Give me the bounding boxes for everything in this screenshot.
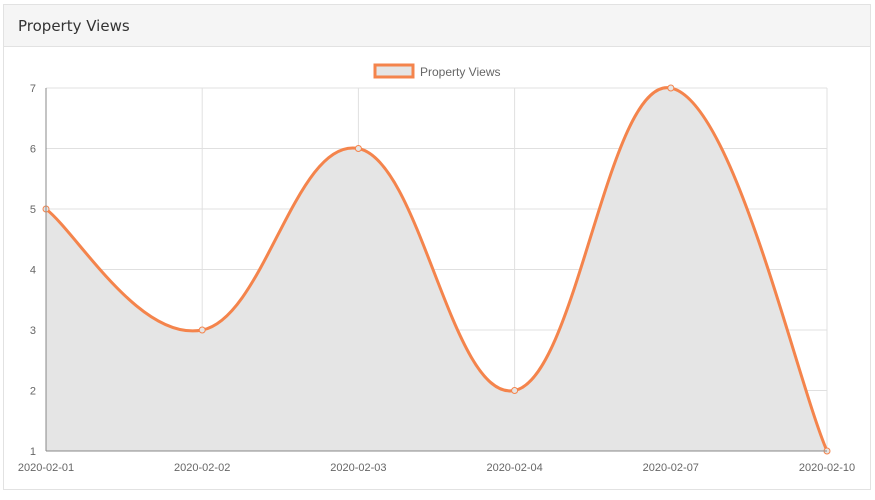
x-tick-label: 2020-02-02 — [174, 462, 230, 474]
data-point[interactable] — [354, 145, 362, 152]
legend-swatch — [373, 63, 415, 79]
x-tick-label: 2020-02-04 — [486, 462, 542, 474]
x-tick-label: 2020-02-01 — [18, 462, 74, 474]
data-point[interactable] — [198, 326, 206, 334]
y-tick-label: 2 — [30, 386, 36, 398]
y-tick-label: 5 — [30, 204, 36, 216]
legend[interactable]: Property Views — [373, 63, 500, 79]
legend-label: Property Views — [420, 65, 500, 79]
chart-area: 1234567 2020-02-01 2020-02-02 2020-02-03 20… — [0, 0, 875, 495]
y-tick-label: 6 — [30, 144, 36, 156]
y-axis: 1 2 3 4 5 6 7 — [30, 83, 47, 458]
y-tick-label: 1 — [30, 446, 36, 458]
data-point[interactable] — [667, 84, 675, 92]
x-tick-label: 2020-02-10 — [799, 462, 855, 474]
x-tick-label: 2020-02-03 — [330, 462, 386, 474]
y-tick-label: 3 — [30, 325, 36, 337]
x-axis: 2020-02-01 2020-02-02 2020-02-03 2020-02-04… — [18, 450, 855, 474]
property-views-chart: 1234567 2020-02-01 2020-02-02 2020-02-03 20… — [18, 63, 855, 474]
data-point[interactable] — [511, 387, 519, 394]
y-tick-label: 7 — [30, 83, 36, 95]
x-tick-label: 2020-02-07 — [643, 462, 699, 474]
y-tick-label: 4 — [30, 265, 36, 277]
